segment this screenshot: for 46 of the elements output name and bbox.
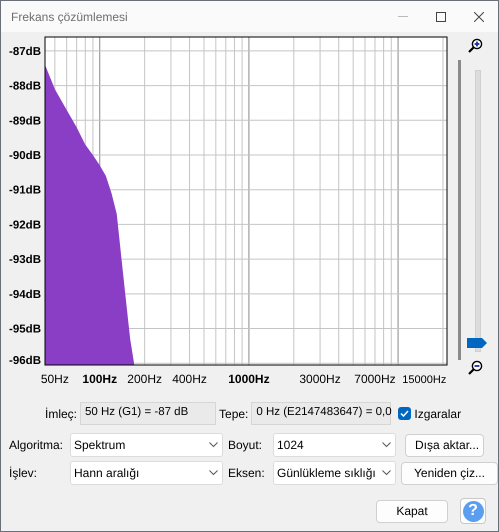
maximize-icon[interactable] <box>436 12 446 22</box>
dropdown[interactable]: Günlükleme sıklığı <box>273 461 396 485</box>
size-label: Boyut: <box>228 438 264 452</box>
x-axis-label: 100Hz <box>82 372 118 386</box>
dropdown[interactable]: Hann aralığı <box>70 461 223 485</box>
chevron-icon <box>382 470 391 476</box>
x-axis-label: 15000Hz <box>402 374 446 386</box>
grids-checkbox[interactable] <box>398 407 412 420</box>
y-axis-label: -92dB <box>9 219 41 232</box>
algorithm-label: Algoritma: <box>9 438 64 452</box>
zoom-out-icon[interactable] <box>466 360 483 376</box>
y-axis-label: -93dB <box>9 254 41 266</box>
y-axis-label: -90dB <box>9 150 41 162</box>
cursor-field: 50 Hz (G1) = -87 dB <box>80 402 216 425</box>
axis-label: Eksen: <box>228 466 266 480</box>
grids-label: Izgaralar <box>414 406 462 420</box>
y-axis-label: -91dB <box>9 184 41 197</box>
peak-label: Tepe: <box>219 406 248 420</box>
chevron-icon <box>209 442 218 448</box>
x-axis-label: 1000Hz <box>228 372 270 386</box>
scroll-bar[interactable] <box>458 60 462 360</box>
dropdown[interactable]: 1024 <box>273 433 396 457</box>
y-axis-label: -89dB <box>9 115 41 128</box>
slider-thumb[interactable] <box>467 338 488 348</box>
y-axis-label: -94dB <box>9 288 41 301</box>
close-icon[interactable] <box>474 12 484 22</box>
x-axis-label: 7000Hz <box>354 372 396 386</box>
y-axis-label: -96dB <box>9 355 41 367</box>
close-button[interactable]: Kapat <box>376 500 448 522</box>
zoom-in-icon[interactable] <box>466 38 483 54</box>
cursor-label: İmleç: <box>45 406 78 420</box>
x-axis-label: 3000Hz <box>299 372 341 386</box>
chevron-icon <box>382 442 391 448</box>
export-button[interactable]: Dışa aktar... <box>405 434 484 456</box>
x-axis-label: 50Hz <box>40 372 69 386</box>
dropdown[interactable]: Spektrum <box>70 433 223 457</box>
chevron-icon <box>209 470 218 476</box>
replot-button[interactable]: Yeniden çiz... <box>401 462 498 484</box>
y-axis-label: -87dB <box>9 46 41 58</box>
peak-field: 0 Hz (E2147483647) = 0,0 <box>251 402 392 425</box>
x-axis-label: 200Hz <box>127 372 162 386</box>
function-label: İşlev: <box>9 466 38 480</box>
y-axis-label: -95dB <box>9 324 41 336</box>
x-axis-label: 400Hz <box>172 372 207 386</box>
y-axis-label: -88dB <box>9 80 41 93</box>
window-title: Frekans çözümlemesi <box>11 10 129 24</box>
